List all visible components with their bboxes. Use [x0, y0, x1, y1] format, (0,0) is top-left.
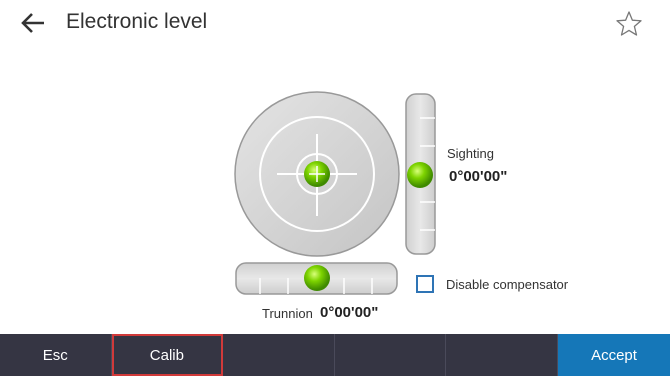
bottom-toolbar: Esc Calib Accept — [0, 334, 670, 376]
trunnion-value: 0°00'00" — [320, 304, 379, 321]
empty-softkey-5[interactable] — [446, 334, 558, 376]
page-title: Electronic level — [66, 10, 208, 33]
empty-softkey-3[interactable] — [223, 334, 335, 376]
sighting-label: Sighting — [447, 146, 494, 161]
trunnion-bubble — [304, 265, 330, 291]
empty-softkey-4[interactable] — [335, 334, 447, 376]
star-outline-icon[interactable] — [614, 9, 644, 39]
electronic-level-graphic — [234, 91, 436, 295]
trunnion-label: Trunnion — [262, 306, 313, 321]
accept-button[interactable]: Accept — [558, 334, 670, 376]
calib-button[interactable]: Calib — [111, 334, 224, 376]
trunnion-vial — [235, 262, 398, 295]
circular-level — [234, 91, 400, 257]
sighting-value: 0°00'00" — [449, 168, 508, 185]
sighting-vial — [405, 93, 436, 255]
disable-compensator-label[interactable]: Disable compensator — [446, 277, 568, 292]
esc-button[interactable]: Esc — [0, 334, 112, 376]
disable-compensator-checkbox[interactable] — [416, 275, 434, 293]
header-bar: Electronic level — [0, 0, 670, 46]
arrow-left-icon[interactable] — [18, 9, 48, 37]
sighting-bubble — [407, 162, 433, 188]
